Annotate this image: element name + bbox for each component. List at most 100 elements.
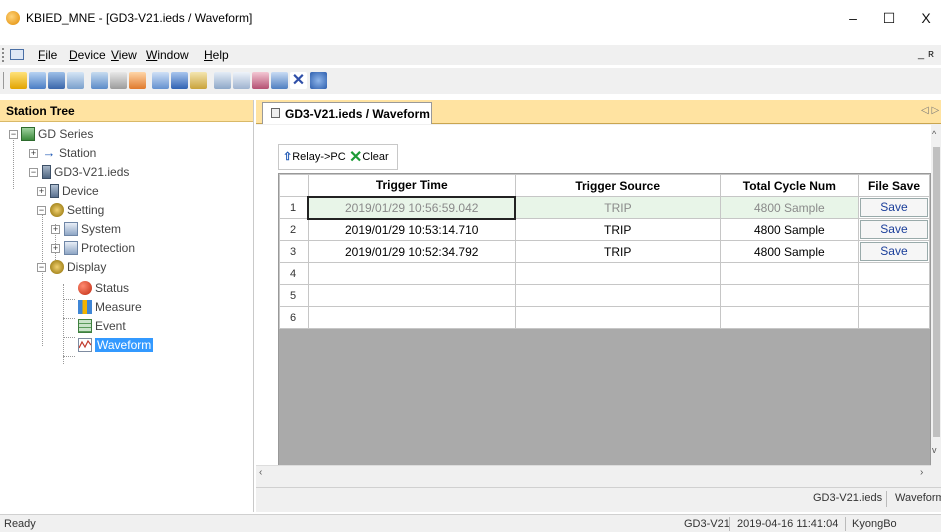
- tree-node-gd-series[interactable]: GD Series: [21, 126, 93, 144]
- save-button[interactable]: Save: [859, 198, 928, 217]
- tree-connector: [42, 206, 43, 346]
- trigger-time-cell[interactable]: [307, 284, 516, 307]
- vertical-scrollbar[interactable]: ^ v: [931, 125, 941, 481]
- trigger-time-cell[interactable]: 2019/01/29 10:53:14.710: [307, 218, 516, 241]
- print-icon[interactable]: [67, 72, 84, 89]
- trigger-time-cell[interactable]: 2019/01/29 10:52:34.792: [307, 240, 516, 263]
- export-icon[interactable]: [271, 72, 288, 89]
- total-cycle-cell[interactable]: [719, 284, 859, 307]
- tree-node-status[interactable]: Status: [78, 280, 129, 298]
- trigger-source-cell[interactable]: [514, 262, 721, 285]
- tree-node-station[interactable]: → Station: [42, 145, 97, 163]
- menu-file[interactable]: File: [38, 48, 57, 62]
- tab-nav-arrows[interactable]: ◁ ▷: [921, 105, 939, 116]
- trigger-time-cell[interactable]: [307, 306, 516, 329]
- col-trigger-source[interactable]: Trigger Source: [514, 174, 721, 197]
- tree-node-system[interactable]: System: [64, 221, 121, 239]
- tree-node-protection[interactable]: Protection: [64, 240, 135, 258]
- scroll-up-icon[interactable]: ^: [932, 129, 936, 139]
- edit-icon[interactable]: [252, 72, 269, 89]
- window-icon[interactable]: [214, 72, 231, 89]
- file-save-cell[interactable]: [857, 284, 931, 307]
- close-button[interactable]: X: [911, 8, 941, 28]
- clear-x-icon: ✕: [349, 149, 363, 166]
- trigger-source-cell[interactable]: TRIP: [514, 218, 721, 241]
- table-row[interactable]: 1 2019/01/29 10:56:59.042 TRIP 4800 Samp…: [279, 195, 931, 220]
- status-ieds: GD3-V21.ieds: [813, 492, 883, 504]
- tree-node-device[interactable]: Device: [50, 183, 99, 201]
- tab-label: GD3-V21.ieds / Waveform: [285, 107, 430, 121]
- file-save-cell[interactable]: [857, 306, 931, 329]
- connect-icon[interactable]: [91, 72, 108, 89]
- new-icon[interactable]: [10, 72, 27, 89]
- tree-node-setting[interactable]: Setting: [50, 202, 104, 220]
- settings-icon[interactable]: [129, 72, 146, 89]
- save-button[interactable]: Save: [859, 220, 928, 239]
- gear-icon: [50, 259, 64, 274]
- total-cycle-cell[interactable]: 4800 Sample: [719, 196, 859, 219]
- expand-protection[interactable]: +: [51, 244, 60, 253]
- upload-icon[interactable]: [152, 72, 169, 89]
- trigger-source-cell[interactable]: [514, 284, 721, 307]
- tree-node-waveform[interactable]: Waveform: [78, 337, 154, 355]
- mdi-minimize-button[interactable]: _: [918, 48, 924, 60]
- mdi-restore-button[interactable]: ʀ: [928, 48, 934, 60]
- menu-window[interactable]: Window: [146, 48, 189, 62]
- help-icon[interactable]: [310, 72, 327, 89]
- trigger-source-cell[interactable]: TRIP: [514, 240, 721, 263]
- table-row[interactable]: 6: [279, 306, 931, 329]
- trigger-source-cell[interactable]: TRIP: [514, 196, 721, 219]
- expand-station[interactable]: +: [29, 149, 38, 158]
- total-cycle-cell[interactable]: 4800 Sample: [719, 218, 859, 241]
- expand-device[interactable]: +: [37, 187, 46, 196]
- expand-system[interactable]: +: [51, 225, 60, 234]
- download-icon[interactable]: [171, 72, 188, 89]
- clear-button[interactable]: ✕Clear: [349, 147, 389, 167]
- relay-to-pc-button[interactable]: ⇧Relay->PC: [283, 150, 346, 163]
- tree-node-display[interactable]: Display: [50, 259, 106, 277]
- menu-view[interactable]: View: [111, 48, 137, 62]
- table-row[interactable]: 3 2019/01/29 10:52:34.792 TRIP 4800 Samp…: [279, 240, 931, 263]
- tree-node-event[interactable]: Event: [78, 318, 126, 336]
- table-row[interactable]: 4: [279, 262, 931, 285]
- menu-help[interactable]: Help: [204, 48, 229, 62]
- menu-device[interactable]: Device: [69, 48, 106, 62]
- save-button[interactable]: Save: [859, 242, 928, 261]
- horizontal-scrollbar[interactable]: ‹ ›: [256, 465, 931, 481]
- col-file-save[interactable]: File Save: [857, 174, 931, 197]
- trigger-time-cell[interactable]: [307, 262, 516, 285]
- list-icon[interactable]: [190, 72, 207, 89]
- total-cycle-cell[interactable]: [719, 306, 859, 329]
- chart-icon[interactable]: [233, 72, 250, 89]
- tree-node-ieds[interactable]: GD3-V21.ieds: [42, 164, 129, 182]
- delete-icon[interactable]: ✕: [290, 72, 307, 89]
- tab-waveform[interactable]: GD3-V21.ieds / Waveform: [262, 102, 432, 124]
- trigger-source-cell[interactable]: [514, 306, 721, 329]
- scroll-left-icon[interactable]: ‹: [259, 467, 262, 478]
- file-save-cell[interactable]: [857, 262, 931, 285]
- scroll-thumb[interactable]: [933, 147, 940, 437]
- station-tree-panel: Station Tree − GD Series + → Station − GD…: [0, 100, 254, 512]
- total-cycle-cell[interactable]: [719, 262, 859, 285]
- save-icon[interactable]: [48, 72, 65, 89]
- app-icon: [6, 11, 20, 25]
- collapse-gd-series[interactable]: −: [9, 130, 18, 139]
- col-trigger-time[interactable]: Trigger Time: [307, 174, 516, 197]
- total-cycle-cell[interactable]: 4800 Sample: [719, 240, 859, 263]
- tree-node-measure[interactable]: Measure: [78, 299, 142, 317]
- maximize-button[interactable]: ☐: [874, 8, 904, 28]
- trigger-time-cell[interactable]: 2019/01/29 10:56:59.042: [307, 195, 517, 220]
- scroll-down-icon[interactable]: v: [932, 445, 937, 455]
- open-icon[interactable]: [29, 72, 46, 89]
- table-row[interactable]: 2 2019/01/29 10:53:14.710 TRIP 4800 Samp…: [279, 218, 931, 241]
- collapse-ieds[interactable]: −: [29, 168, 38, 177]
- table-row[interactable]: 5: [279, 284, 931, 307]
- disconnect-icon[interactable]: [110, 72, 127, 89]
- row-number: 1: [279, 196, 309, 219]
- minimize-button[interactable]: –: [838, 8, 868, 28]
- menu-bar: File Device View Window Help _ ʀ: [0, 45, 941, 65]
- collapse-setting[interactable]: −: [37, 206, 46, 215]
- scroll-right-icon[interactable]: ›: [920, 467, 923, 478]
- collapse-display[interactable]: −: [37, 263, 46, 272]
- col-total-cycle[interactable]: Total Cycle Num: [719, 174, 859, 197]
